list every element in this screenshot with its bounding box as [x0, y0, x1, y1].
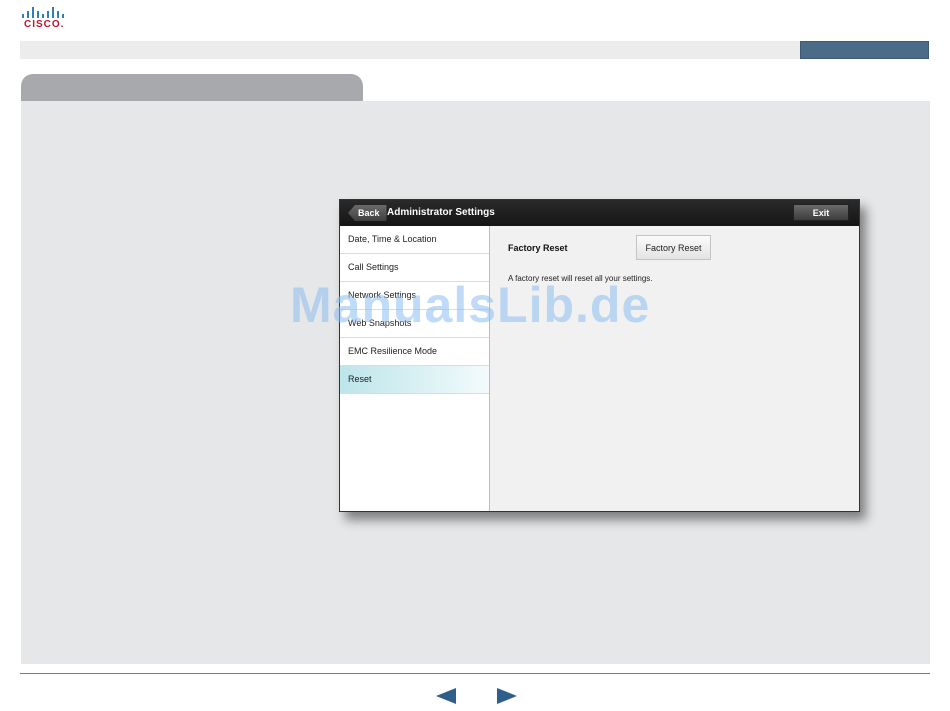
dialog-title: Administrator Settings: [387, 207, 495, 218]
exit-button[interactable]: Exit: [793, 204, 849, 221]
sidebar-item-label: Reset: [348, 374, 372, 384]
bottom-divider: [20, 673, 930, 674]
sidebar-item-emc-resilience-mode[interactable]: EMC Resilience Mode: [340, 338, 489, 366]
watermark: ManualsLib.de: [290, 277, 651, 333]
admin-settings-dialog: Back Administrator Settings Exit Date, T…: [339, 199, 860, 512]
back-button[interactable]: Back: [348, 205, 387, 221]
dialog-header: Back Administrator Settings Exit: [340, 200, 859, 226]
factory-reset-button[interactable]: Factory Reset: [636, 235, 711, 260]
sidebar-item-label: Call Settings: [348, 262, 399, 272]
cisco-logo: CISCO.: [22, 6, 72, 30]
sidebar-item-label: Date, Time & Location: [348, 234, 437, 244]
cisco-logo-text: CISCO.: [24, 19, 65, 30]
settings-sidebar: Date, Time & Location Call Settings Netw…: [340, 226, 490, 511]
cisco-logo-bars-icon: [22, 6, 68, 18]
top-bar: [20, 41, 929, 59]
factory-reset-heading: Factory Reset: [508, 243, 568, 253]
settings-panel: Factory Reset Factory Reset A factory re…: [490, 226, 859, 511]
sidebar-item-reset[interactable]: Reset: [340, 366, 489, 394]
top-bar-accent: [800, 41, 929, 59]
previous-page-icon[interactable]: [436, 688, 456, 704]
next-page-icon[interactable]: [497, 688, 517, 704]
sidebar-item-date-time-location[interactable]: Date, Time & Location: [340, 226, 489, 254]
sidebar-item-label: EMC Resilience Mode: [348, 346, 438, 356]
section-tab: [21, 74, 363, 102]
